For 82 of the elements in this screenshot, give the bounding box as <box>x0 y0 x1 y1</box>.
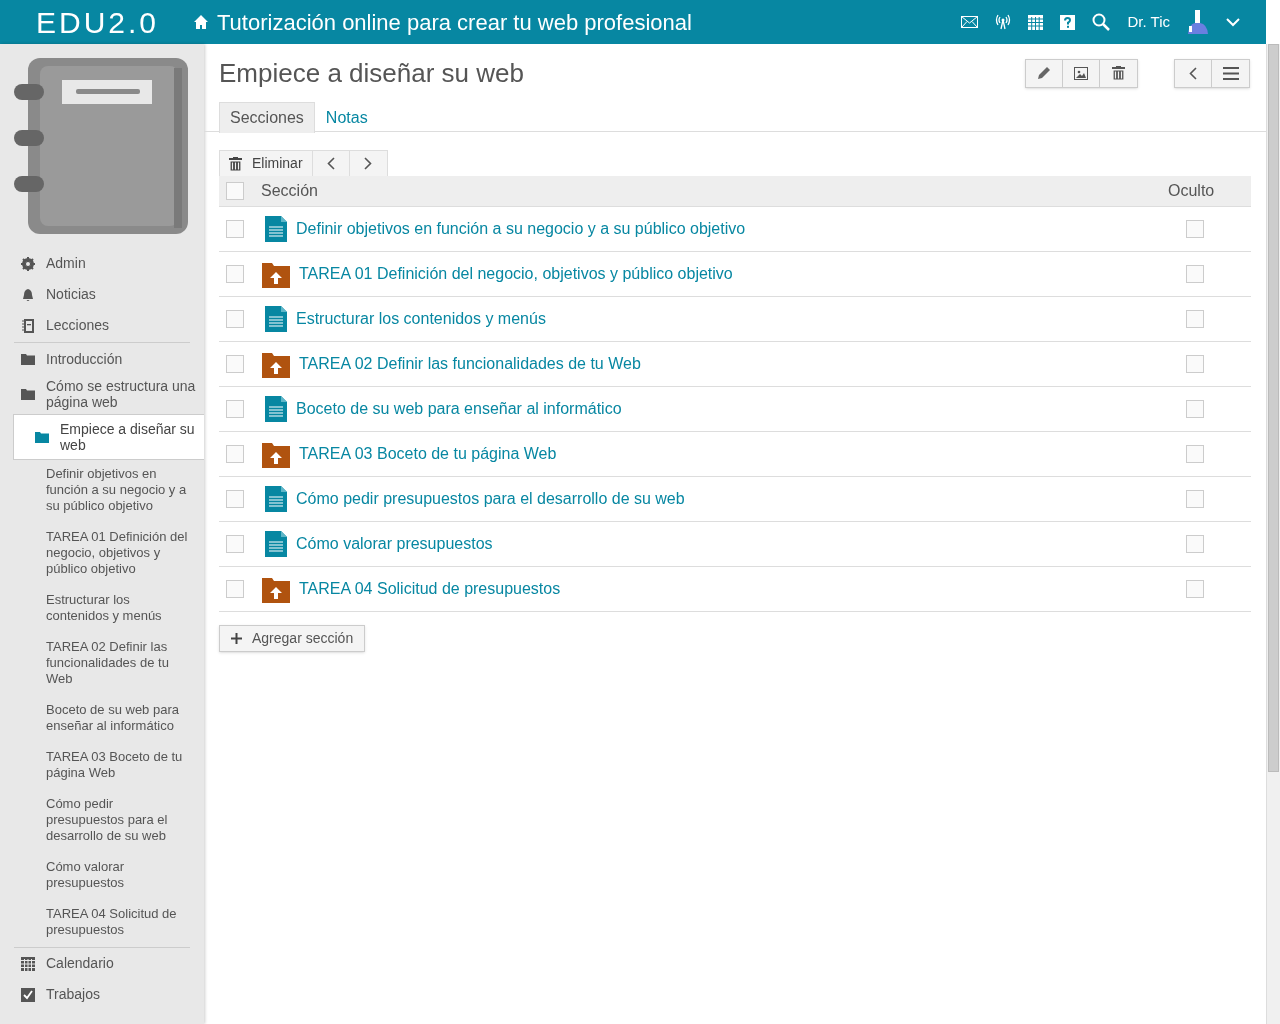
lesson-item[interactable]: Empiece a diseñar su web <box>60 421 196 453</box>
subsection-item[interactable]: TAREA 04 Solicitud de presupuestos <box>0 906 204 938</box>
chevron-down-icon[interactable] <box>1226 17 1240 27</box>
lesson-item[interactable]: Introducción <box>46 350 123 367</box>
mail-icon[interactable] <box>961 16 979 28</box>
home-icon[interactable] <box>193 14 209 30</box>
pencil-icon <box>1037 66 1051 80</box>
gear-icon <box>21 256 35 271</box>
help-icon[interactable] <box>1060 14 1076 30</box>
sidebar-item[interactable]: Calendario <box>46 953 114 974</box>
sidebar-item[interactable]: Trabajos <box>46 984 100 1005</box>
scrollbar[interactable] <box>1266 44 1280 1024</box>
calendar-icon <box>21 956 35 971</box>
row-checkbox[interactable] <box>226 400 244 418</box>
row-checkbox[interactable] <box>226 310 244 328</box>
menu-icon <box>1222 66 1239 80</box>
section-link[interactable]: TAREA 04 Solicitud de presupuestos <box>299 577 561 601</box>
sidebar-item[interactable]: Noticias <box>46 284 96 305</box>
section-link[interactable]: Boceto de su web para enseñar al informático <box>296 397 622 421</box>
lesson-item[interactable]: Cómo se estructura una página web <box>46 378 196 410</box>
check-icon <box>21 987 35 1002</box>
chevron-right-icon <box>364 157 373 170</box>
tab[interactable]: Notas <box>314 102 379 133</box>
select-all-checkbox[interactable] <box>226 182 244 200</box>
section-link[interactable]: TAREA 03 Boceto de tu página Web <box>299 442 557 466</box>
row-checkbox[interactable] <box>226 355 244 373</box>
add-section-button[interactable]: Agregar sección <box>219 625 366 652</box>
hidden-checkbox[interactable] <box>1186 445 1204 463</box>
section-link[interactable]: TAREA 01 Definición del negocio, objetivos y público objetivo <box>299 262 733 286</box>
section-link[interactable]: Estructurar los contenidos y menús <box>296 307 546 331</box>
row-checkbox[interactable] <box>226 490 244 508</box>
chevron-left-icon <box>1189 66 1197 80</box>
subsection-item[interactable]: TAREA 01 Definición del negocio, objetivos y público objetivo <box>0 529 204 577</box>
hidden-checkbox[interactable] <box>1186 400 1204 418</box>
subsection-item[interactable]: TAREA 03 Boceto de tu página Web <box>0 749 204 781</box>
page-title: Empiece a diseñar su web <box>219 56 524 90</box>
row-checkbox[interactable] <box>226 580 244 598</box>
subsection-item[interactable]: Boceto de su web para enseñar al informático <box>0 702 204 734</box>
plus-icon <box>231 633 242 644</box>
tab[interactable]: Secciones <box>219 102 315 133</box>
selected-lesson[interactable]: Empiece a diseñar su web <box>13 414 204 460</box>
hidden-checkbox[interactable] <box>1186 535 1204 553</box>
trash-icon <box>1112 66 1125 80</box>
course-title[interactable]: Tutorización online para crear tu web profesional <box>217 5 692 39</box>
sidebar-item[interactable]: Admin <box>46 253 86 274</box>
subsection-item[interactable]: Estructurar los contenidos y menús <box>0 592 204 624</box>
subsection-item[interactable]: Cómo pedir presupuestos para el desarrollo de su web <box>0 796 204 844</box>
section-link[interactable]: Definir objetivos en función a su negocio y a su público objetivo <box>296 217 746 241</box>
search-icon[interactable] <box>1092 13 1111 31</box>
column-header: Oculto <box>1168 181 1216 201</box>
subsection-item[interactable]: TAREA 02 Definir las funcionalidades de tu Web <box>0 639 204 687</box>
section-link[interactable]: TAREA 02 Definir las funcionalidades de tu Web <box>299 352 641 376</box>
section-link[interactable]: Cómo pedir presupuestos para el desarrollo de su web <box>296 487 685 511</box>
hidden-checkbox[interactable] <box>1186 310 1204 328</box>
avatar-icon[interactable] <box>1187 10 1209 34</box>
signal-icon[interactable] <box>995 14 1012 30</box>
image-icon <box>1074 66 1088 80</box>
hidden-checkbox[interactable] <box>1186 355 1204 373</box>
subsection-item[interactable]: Cómo valorar presupuestos <box>0 859 204 891</box>
row-checkbox[interactable] <box>226 220 244 238</box>
hidden-checkbox[interactable] <box>1186 580 1204 598</box>
user-name[interactable]: Dr. Tic <box>1127 10 1170 34</box>
folder-icon <box>21 388 35 400</box>
notebook-icon <box>14 58 190 234</box>
subsection-item[interactable]: Definir objetivos en función a su negocio y a su público objetivo <box>0 466 204 514</box>
notebook-icon <box>21 318 35 333</box>
hidden-checkbox[interactable] <box>1186 265 1204 283</box>
row-checkbox[interactable] <box>226 535 244 553</box>
folder-icon <box>21 352 35 365</box>
bell-icon <box>21 287 35 302</box>
logo[interactable]: EDU2.0 <box>36 0 186 45</box>
row-checkbox[interactable] <box>226 265 244 283</box>
hidden-checkbox[interactable] <box>1186 490 1204 508</box>
row-checkbox[interactable] <box>226 445 244 463</box>
calendar-icon[interactable] <box>1028 14 1044 30</box>
hidden-checkbox[interactable] <box>1186 220 1204 238</box>
column-header: Sección <box>261 181 319 201</box>
trash-icon <box>229 156 242 171</box>
chevron-left-icon <box>326 157 335 170</box>
folder-icon <box>35 431 49 443</box>
sidebar-item[interactable]: Lecciones <box>46 315 110 336</box>
section-link[interactable]: Cómo valorar presupuestos <box>296 532 493 556</box>
